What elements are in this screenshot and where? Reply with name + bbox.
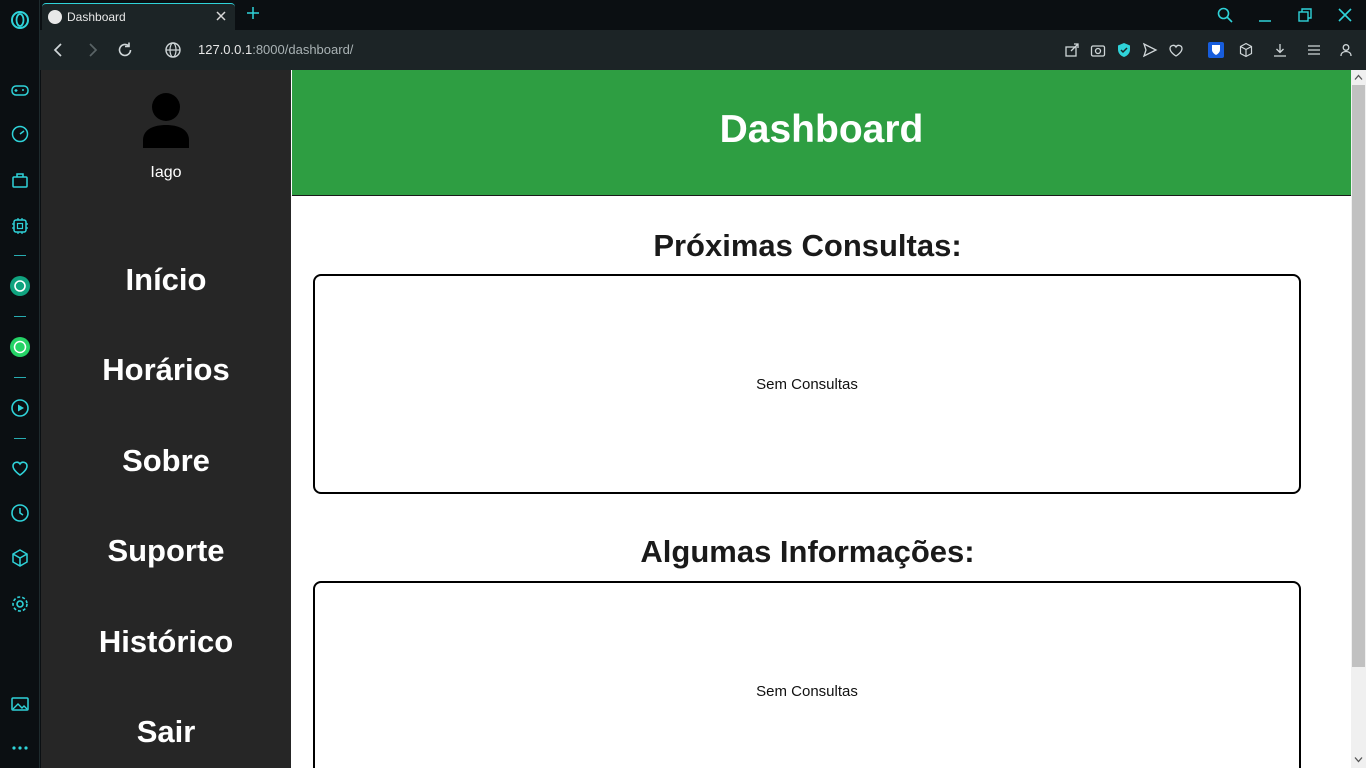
- gear-icon[interactable]: [10, 594, 30, 614]
- scroll-down-icon[interactable]: [1354, 755, 1363, 764]
- heart-icon[interactable]: [10, 458, 30, 478]
- username: Iago: [150, 164, 182, 181]
- camera-icon[interactable]: [1090, 42, 1106, 58]
- empty-state-text: Sem Consultas: [756, 683, 858, 700]
- sidebar-item-sobre[interactable]: Sobre: [41, 443, 291, 479]
- url-host: 127.0.0.1: [198, 42, 253, 57]
- browser-sidebar: [0, 0, 40, 768]
- minimize-button[interactable]: [1256, 6, 1274, 24]
- chip-icon[interactable]: [10, 216, 30, 236]
- page-header: Dashboard: [292, 70, 1351, 196]
- share-icon[interactable]: [1064, 42, 1080, 58]
- opera-logo-icon[interactable]: [10, 10, 30, 30]
- reload-button[interactable]: [116, 41, 134, 59]
- close-window-button[interactable]: [1336, 6, 1354, 24]
- cube-icon[interactable]: [10, 548, 30, 568]
- separator: [14, 438, 26, 439]
- tab-dashboard[interactable]: Dashboard: [42, 3, 235, 30]
- tab-bar: Dashboard: [40, 0, 1366, 30]
- shield-icon[interactable]: [1116, 42, 1132, 58]
- sidebar-item-historico[interactable]: Histórico: [41, 624, 291, 660]
- profile-icon[interactable]: [1338, 42, 1354, 58]
- restore-button[interactable]: [1296, 6, 1314, 24]
- separator: [14, 316, 26, 317]
- search-icon[interactable]: [1216, 6, 1234, 24]
- speedometer-icon[interactable]: [10, 124, 30, 144]
- sidebar-item-horarios[interactable]: Horários: [41, 352, 291, 388]
- sidebar-item-inicio[interactable]: Início: [41, 262, 291, 298]
- upcoming-appointments-card: Sem Consultas: [313, 274, 1301, 494]
- globe-icon: [164, 41, 182, 59]
- tab-title: Dashboard: [67, 10, 126, 24]
- separator: [14, 377, 26, 378]
- scrollbar-thumb[interactable]: [1352, 85, 1365, 667]
- page-scrollbar[interactable]: [1351, 70, 1366, 768]
- info-card: Sem Consultas: [313, 581, 1301, 768]
- app-sidebar: Iago Início Horários Sobre Suporte Histó…: [41, 70, 291, 768]
- page-viewport: Iago Início Horários Sobre Suporte Histó…: [41, 70, 1351, 768]
- sidebar-item-suporte[interactable]: Suporte: [41, 533, 291, 569]
- gallery-icon[interactable]: [10, 694, 30, 714]
- menu-icon[interactable]: [1306, 42, 1322, 58]
- clock-icon[interactable]: [10, 503, 30, 523]
- address-bar: 127.0.0.1:8000/dashboard/: [40, 30, 1366, 70]
- send-icon[interactable]: [1142, 42, 1158, 58]
- download-icon[interactable]: [1272, 42, 1288, 58]
- bitwarden-icon[interactable]: [1208, 42, 1224, 58]
- section-title-algumas-informacoes: Algumas Informações:: [640, 534, 975, 569]
- sidebar-item-sair[interactable]: Sair: [41, 714, 291, 750]
- page-title: Dashboard: [719, 108, 924, 151]
- bag-icon[interactable]: [10, 170, 30, 190]
- back-button[interactable]: [50, 41, 68, 59]
- heart-icon[interactable]: [1168, 42, 1184, 58]
- close-icon[interactable]: [213, 8, 229, 24]
- forward-button[interactable]: [83, 41, 101, 59]
- chatgpt-icon[interactable]: [10, 276, 30, 296]
- url-field[interactable]: 127.0.0.1:8000/dashboard/: [198, 42, 353, 57]
- globe-icon: [48, 10, 62, 24]
- url-path: :8000/dashboard/: [252, 42, 354, 57]
- cube-icon[interactable]: [1238, 42, 1254, 58]
- whatsapp-icon[interactable]: [10, 337, 30, 357]
- gamepad-icon[interactable]: [10, 80, 30, 100]
- more-icon[interactable]: [10, 738, 30, 758]
- scroll-up-icon[interactable]: [1354, 73, 1363, 82]
- section-title-proximas-consultas: Próximas Consultas:: [653, 228, 962, 263]
- avatar: [141, 92, 191, 148]
- empty-state-text: Sem Consultas: [756, 376, 858, 393]
- new-tab-button[interactable]: [245, 5, 261, 21]
- separator: [14, 255, 26, 256]
- play-icon[interactable]: [10, 398, 30, 418]
